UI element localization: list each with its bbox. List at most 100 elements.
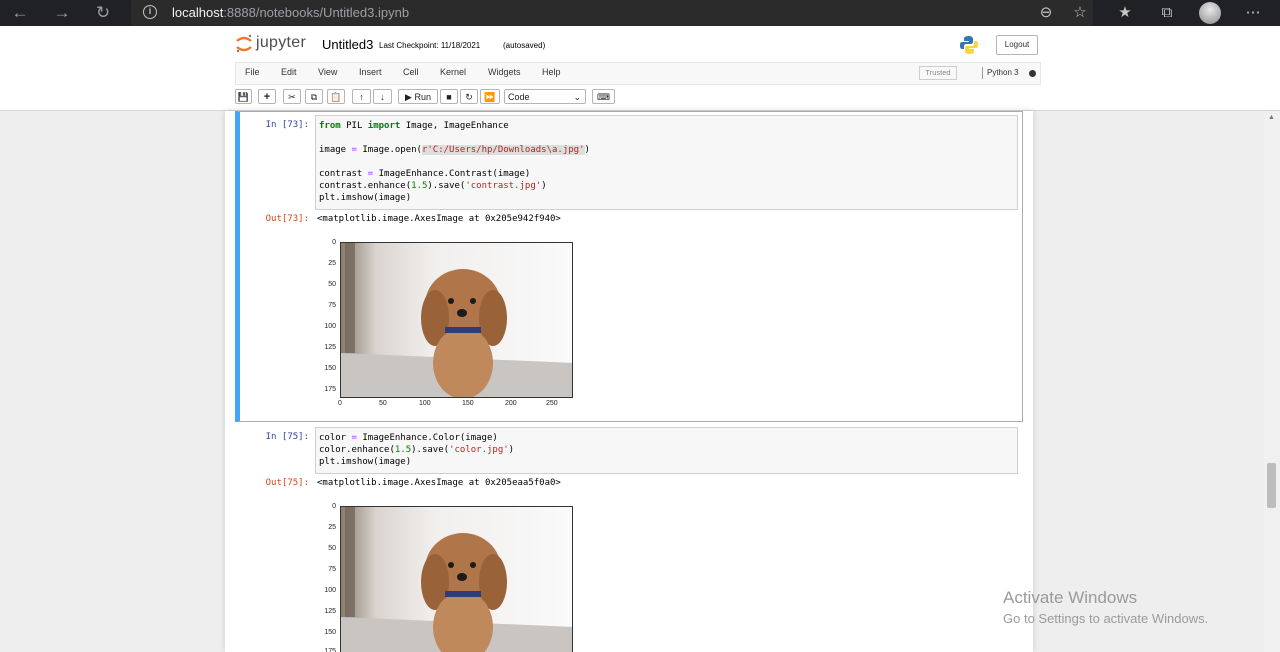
notebook-toolbar: 💾 + ✂ ⧉ 📋 ↑ ↓ ▶ Run ■ ↻ ⏩ Code ⌄ ⌨ <box>0 86 1280 111</box>
url-text: localhost:8888/notebooks/Untitled3.ipynb <box>172 5 409 20</box>
profile-avatar[interactable] <box>1199 2 1221 24</box>
out-prompt: Out[75]: <box>265 478 309 488</box>
code-line: plt.imshow(image) <box>319 457 412 467</box>
y-tick-label: 150 <box>324 365 336 372</box>
y-tick-label: 75 <box>328 566 336 573</box>
add-favorite-icon[interactable]: ☆ <box>1068 3 1092 23</box>
menubar: File Edit View Insert Cell Kernel Widget… <box>0 62 1280 86</box>
kernel-divider <box>982 67 983 79</box>
more-icon[interactable]: ⋯ <box>1241 3 1265 23</box>
autosave-status: (autosaved) <box>503 41 546 50</box>
out-prompt: Out[73]: <box>265 214 309 224</box>
forward-icon[interactable]: → <box>51 3 73 23</box>
y-tick-label: 0 <box>332 503 336 510</box>
cell-type-select[interactable]: Code ⌄ <box>504 89 586 104</box>
x-tick-label: 150 <box>462 400 474 407</box>
menu-widgets[interactable]: Widgets <box>488 67 521 77</box>
run-icon: ▶ <box>405 92 412 102</box>
code-line: image = Image.open(r'C:/Users/hp/Downloa… <box>319 145 590 155</box>
restart-run-all-icon[interactable]: ⏩ <box>480 89 500 104</box>
favorites-icon[interactable]: ★ <box>1113 3 1137 23</box>
run-button[interactable]: ▶ Run <box>398 89 438 104</box>
url-host: localhost <box>172 5 224 20</box>
y-tick-label: 50 <box>328 281 336 288</box>
y-tick-label: 175 <box>324 386 336 393</box>
y-tick-label: 25 <box>328 524 336 531</box>
windows-activation-watermark: Activate Windows Go to Settings to activ… <box>1003 588 1208 626</box>
output-image-plot <box>340 506 573 652</box>
code-editor[interactable]: from PIL import Image, ImageEnhance imag… <box>315 115 1018 210</box>
site-info-icon[interactable]: i <box>143 5 157 19</box>
y-tick-label: 125 <box>324 608 336 615</box>
save-icon[interactable]: 💾 <box>235 89 252 104</box>
cut-icon[interactable]: ✂ <box>283 89 301 104</box>
x-tick-label: 250 <box>546 400 558 407</box>
in-prompt: In [73]: <box>265 120 309 130</box>
y-tick-label: 150 <box>324 629 336 636</box>
run-label: Run <box>414 92 431 102</box>
dog-photo-image <box>341 507 572 652</box>
notebook-container: In [73]: from PIL import Image, ImageEnh… <box>225 111 1033 652</box>
python-logo-icon <box>960 36 978 54</box>
output-text: <matplotlib.image.AxesImage at 0x205e942… <box>317 214 561 224</box>
menu-insert[interactable]: Insert <box>359 67 382 77</box>
scrollbar-thumb[interactable] <box>1267 463 1276 508</box>
back-icon[interactable]: ← <box>9 3 31 23</box>
y-tick-label: 125 <box>324 344 336 351</box>
zoom-icon[interactable]: ⊖ <box>1034 3 1058 23</box>
scroll-up-icon[interactable]: ▲ <box>1268 114 1275 121</box>
in-prompt: In [75]: <box>265 432 309 442</box>
watermark-title: Activate Windows <box>1003 588 1138 607</box>
collections-icon[interactable]: ⧉ <box>1155 3 1179 23</box>
code-line: from PIL import Image, ImageEnhance <box>319 121 509 131</box>
output-text: <matplotlib.image.AxesImage at 0x205eaa5… <box>317 478 561 488</box>
y-tick-label: 0 <box>332 239 336 246</box>
kernel-idle-indicator-icon <box>1029 70 1036 77</box>
code-editor[interactable]: color = ImageEnhance.Color(image) color.… <box>315 427 1018 474</box>
x-tick-label: 100 <box>419 400 431 407</box>
y-tick-label: 25 <box>328 260 336 267</box>
move-down-icon[interactable]: ↓ <box>373 89 392 104</box>
restart-icon[interactable]: ↻ <box>460 89 478 104</box>
x-tick-label: 200 <box>505 400 517 407</box>
jupyter-logo-icon <box>236 34 252 53</box>
x-tick-label: 50 <box>379 400 387 407</box>
copy-icon[interactable]: ⧉ <box>305 89 323 104</box>
logout-button[interactable]: Logout <box>996 35 1038 55</box>
page-scrollbar[interactable]: ▲ <box>1264 111 1280 652</box>
kernel-name[interactable]: Python 3 <box>987 68 1019 77</box>
y-tick-label: 50 <box>328 545 336 552</box>
paste-icon[interactable]: 📋 <box>327 89 345 104</box>
chevron-down-icon: ⌄ <box>573 92 581 102</box>
x-tick-label: 0 <box>338 400 342 407</box>
y-tick-label: 175 <box>324 648 336 652</box>
move-up-icon[interactable]: ↑ <box>352 89 371 104</box>
watermark-subtitle: Go to Settings to activate Windows. <box>1003 611 1209 626</box>
command-palette-icon[interactable]: ⌨ <box>592 89 615 104</box>
code-line: contrast = ImageEnhance.Contrast(image) <box>319 169 531 179</box>
notebook-name[interactable]: Untitled3 <box>322 37 373 52</box>
menu-view[interactable]: View <box>318 67 337 77</box>
reload-icon[interactable]: ↻ <box>92 3 114 23</box>
browser-toolbar: ← → ↻ i localhost:8888/notebooks/Untitle… <box>0 0 1280 26</box>
menu-kernel[interactable]: Kernel <box>440 67 466 77</box>
checkpoint-status: Last Checkpoint: 11/18/2021 <box>379 41 481 50</box>
trusted-indicator[interactable]: Trusted <box>919 66 957 80</box>
jupyter-header: jupyter Untitled3 Last Checkpoint: 11/18… <box>0 26 1280 62</box>
dog-photo-image <box>341 243 572 397</box>
menu-edit[interactable]: Edit <box>281 67 297 77</box>
url-path: :8888/notebooks/Untitled3.ipynb <box>223 5 410 20</box>
y-tick-label: 100 <box>324 323 336 330</box>
insert-cell-icon[interactable]: + <box>258 89 276 104</box>
output-image-plot <box>340 242 573 398</box>
interrupt-icon[interactable]: ■ <box>440 89 458 104</box>
jupyter-logo-text[interactable]: jupyter <box>256 34 306 52</box>
code-line: color = ImageEnhance.Color(image) <box>319 433 498 443</box>
code-line: contrast.enhance(1.5).save('contrast.jpg… <box>319 181 547 191</box>
cell-type-value: Code <box>508 92 530 102</box>
menu-cell[interactable]: Cell <box>403 67 419 77</box>
menu-file[interactable]: File <box>245 67 260 77</box>
y-tick-label: 100 <box>324 587 336 594</box>
menu-help[interactable]: Help <box>542 67 561 77</box>
y-tick-label: 75 <box>328 302 336 309</box>
